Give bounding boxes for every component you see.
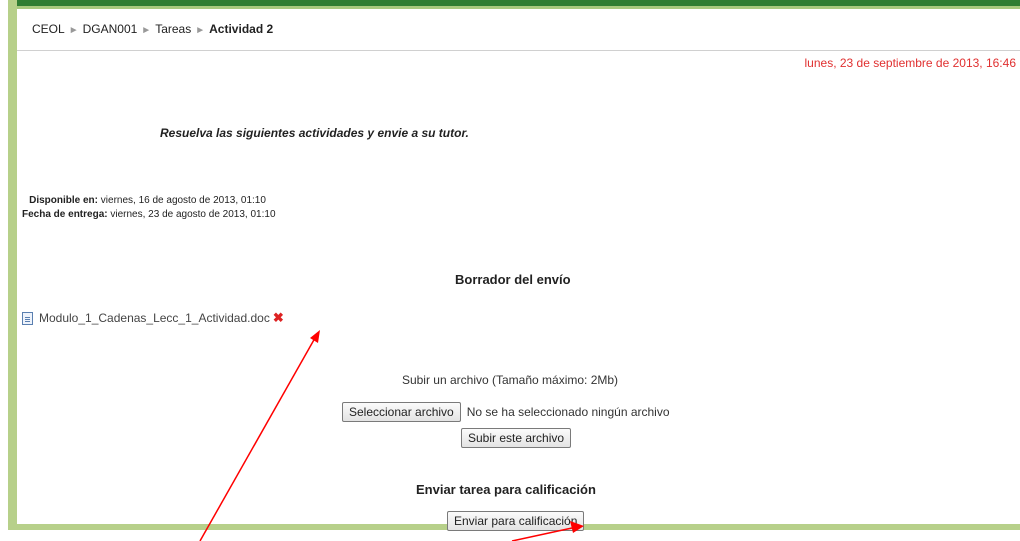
breadcrumb-separator: ► [141,25,152,36]
available-label: Disponible en: [29,195,98,206]
no-file-status: No se ha seleccionado ningún archivo [466,405,670,419]
available-date-row: Disponible en: viernes, 16 de agosto de … [22,194,276,208]
annotation-arrows [199,330,584,541]
breadcrumb-separator: ► [68,25,79,36]
delete-x-icon[interactable]: ✖ [273,310,284,326]
select-file-button[interactable]: Seleccionar archivo [342,402,461,422]
due-label: Fecha de entrega: [22,209,108,220]
draft-file-link[interactable]: Modulo_1_Cadenas_Lecc_1_Actividad.doc [39,311,270,325]
upload-button-wrap: Subir este archivo [461,428,572,448]
breadcrumb: CEOL ► DGAN001 ► Tareas ► Actividad 2 [32,22,273,36]
frame-left-border [8,0,17,528]
send-for-grading-button[interactable]: Enviar para calificación [447,511,585,531]
due-value: viernes, 23 de agosto de 2013, 01:10 [110,209,276,220]
send-button-wrap: Enviar para calificación [447,511,585,531]
current-date: lunes, 23 de septiembre de 2013, 16:46 [804,56,1017,70]
breadcrumb-item-course[interactable]: DGAN001 [83,22,138,36]
submit-heading: Enviar tarea para calificación [416,482,596,497]
upload-label: Subir un archivo (Tamaño máximo: 2Mb) [401,373,619,387]
doc-icon [22,311,33,325]
draft-file-row: Modulo_1_Cadenas_Lecc_1_Actividad.doc ✖ [22,310,284,326]
due-date-row: Fecha de entrega: viernes, 23 de agosto … [22,208,276,222]
breadcrumb-current: Actividad 2 [209,22,274,36]
assignment-intro: Resuelva las siguientes actividades y en… [160,126,469,140]
arrow-to-delete-icon [199,330,320,541]
breadcrumb-separator: ► [195,25,206,36]
assignment-dates: Disponible en: viernes, 16 de agosto de … [22,194,276,222]
upload-file-button[interactable]: Subir este archivo [461,428,572,448]
available-value: viernes, 16 de agosto de 2013, 01:10 [100,195,266,206]
navbar: CEOL ► DGAN001 ► Tareas ► Actividad 2 [17,12,1020,51]
file-select-row: Seleccionar archivo No se ha seleccionad… [342,402,670,422]
frame-top-accent [17,6,1020,9]
breadcrumb-item-tareas[interactable]: Tareas [155,22,191,36]
breadcrumb-item-ceol[interactable]: CEOL [32,22,65,36]
draft-heading: Borrador del envío [455,272,571,287]
